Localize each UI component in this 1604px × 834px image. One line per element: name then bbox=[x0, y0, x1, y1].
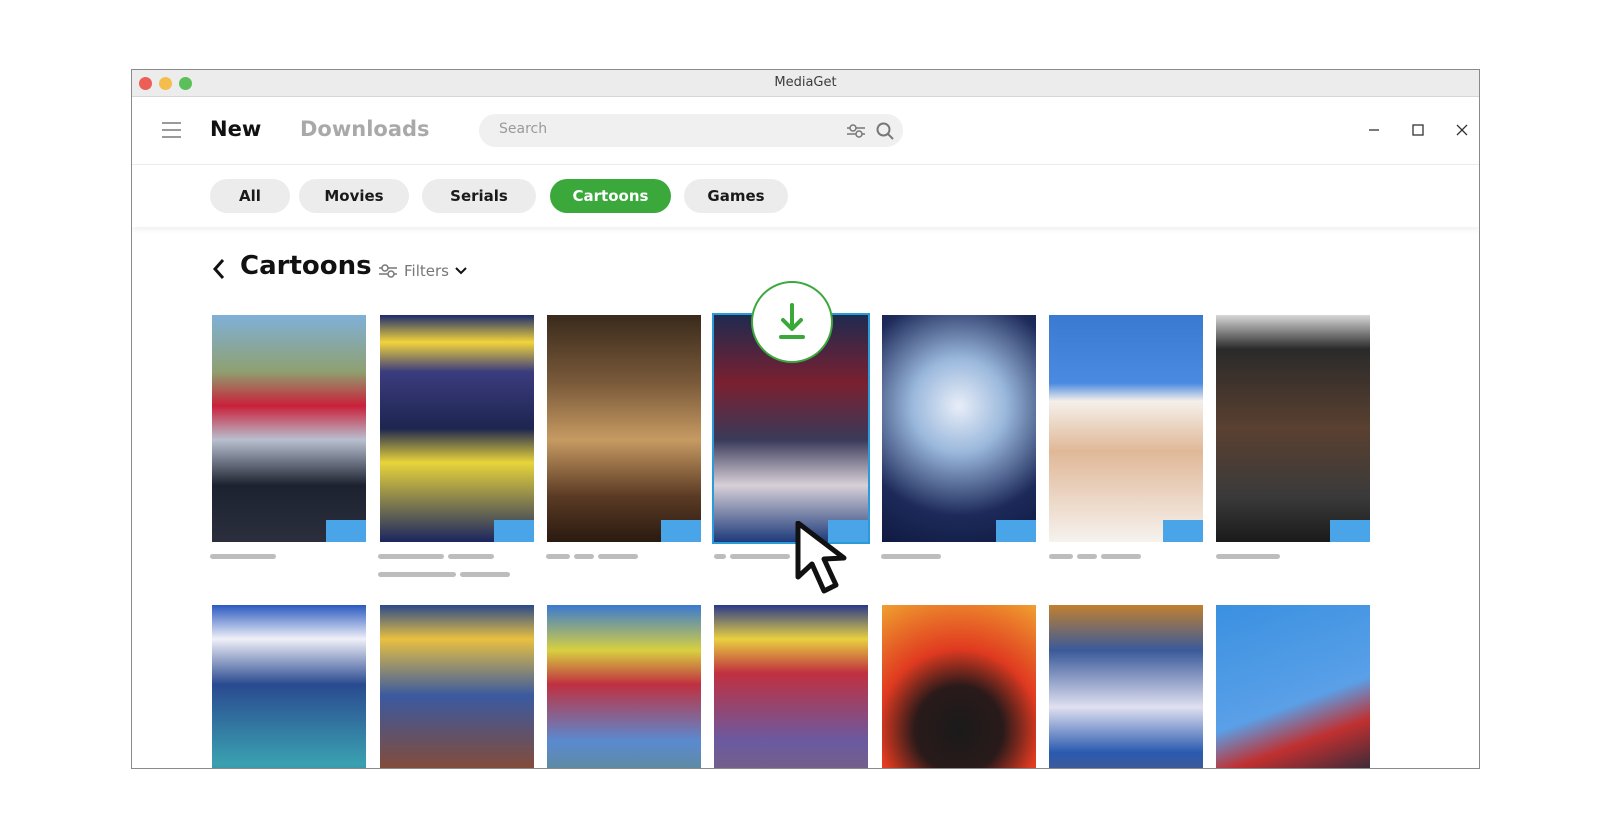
badge bbox=[494, 520, 534, 542]
badge bbox=[996, 520, 1036, 542]
poster-7[interactable] bbox=[1216, 315, 1370, 542]
filters-label: Filters bbox=[404, 262, 449, 280]
download-icon bbox=[779, 303, 805, 339]
badge bbox=[661, 520, 701, 542]
poster-1[interactable] bbox=[212, 315, 366, 542]
title-bar: MediaGet bbox=[132, 70, 1479, 97]
page-title: Cartoons bbox=[240, 251, 372, 281]
title-placeholder bbox=[730, 554, 790, 559]
title-placeholder bbox=[210, 554, 276, 559]
poster-9[interactable] bbox=[380, 605, 534, 768]
title-placeholder bbox=[881, 554, 941, 559]
tab-serials[interactable]: Serials bbox=[422, 179, 536, 213]
title-placeholder bbox=[714, 554, 726, 559]
back-chevron-icon[interactable] bbox=[212, 258, 226, 280]
poster-10[interactable] bbox=[547, 605, 701, 768]
title-placeholder bbox=[574, 554, 594, 559]
poster-14[interactable] bbox=[1216, 605, 1370, 768]
badge bbox=[1163, 520, 1203, 542]
tab-all[interactable]: All bbox=[210, 179, 290, 213]
filter-sliders-icon bbox=[379, 264, 397, 278]
minimize-icon[interactable] bbox=[1363, 119, 1385, 141]
poster-5[interactable] bbox=[882, 315, 1036, 542]
search-input[interactable] bbox=[499, 121, 819, 137]
title-placeholder bbox=[448, 554, 494, 559]
title-placeholder bbox=[598, 554, 638, 559]
poster-3[interactable] bbox=[547, 315, 701, 542]
filter-sliders-icon[interactable] bbox=[846, 123, 866, 139]
title-placeholder bbox=[1216, 554, 1280, 559]
title-placeholder bbox=[1101, 554, 1141, 559]
badge bbox=[326, 520, 366, 542]
poster-2[interactable] bbox=[380, 315, 534, 542]
nav-downloads[interactable]: Downloads bbox=[300, 117, 430, 141]
tab-cartoons[interactable]: Cartoons bbox=[550, 179, 671, 213]
title-placeholder bbox=[378, 572, 456, 577]
download-button[interactable] bbox=[751, 281, 833, 363]
filters-dropdown[interactable]: Filters bbox=[378, 262, 467, 280]
app-window: MediaGet New Downloads All Movies Serial… bbox=[131, 69, 1480, 769]
close-icon[interactable] bbox=[1451, 119, 1473, 141]
title-placeholder bbox=[378, 554, 444, 559]
window-title: MediaGet bbox=[774, 75, 837, 90]
title-placeholder bbox=[546, 554, 570, 559]
title-placeholder bbox=[1049, 554, 1073, 559]
app-header: New Downloads bbox=[132, 97, 1479, 165]
title-placeholder bbox=[1077, 554, 1097, 559]
cursor-arrow-icon bbox=[795, 521, 847, 594]
poster-13[interactable] bbox=[1049, 605, 1203, 768]
tab-movies[interactable]: Movies bbox=[299, 179, 409, 213]
menu-icon[interactable] bbox=[162, 122, 181, 138]
poster-6[interactable] bbox=[1049, 315, 1203, 542]
title-placeholder bbox=[460, 572, 510, 577]
poster-8[interactable] bbox=[212, 605, 366, 768]
badge bbox=[1330, 520, 1370, 542]
search-bar bbox=[479, 114, 903, 147]
tab-games[interactable]: Games bbox=[684, 179, 788, 213]
maximize-icon[interactable] bbox=[1407, 119, 1429, 141]
nav-new[interactable]: New bbox=[210, 117, 261, 141]
poster-12[interactable] bbox=[882, 605, 1036, 768]
poster-11[interactable] bbox=[714, 605, 868, 768]
search-icon[interactable] bbox=[876, 122, 894, 140]
chevron-down-icon bbox=[455, 267, 467, 275]
category-bar: All Movies Serials Cartoons Games bbox=[132, 165, 1479, 227]
